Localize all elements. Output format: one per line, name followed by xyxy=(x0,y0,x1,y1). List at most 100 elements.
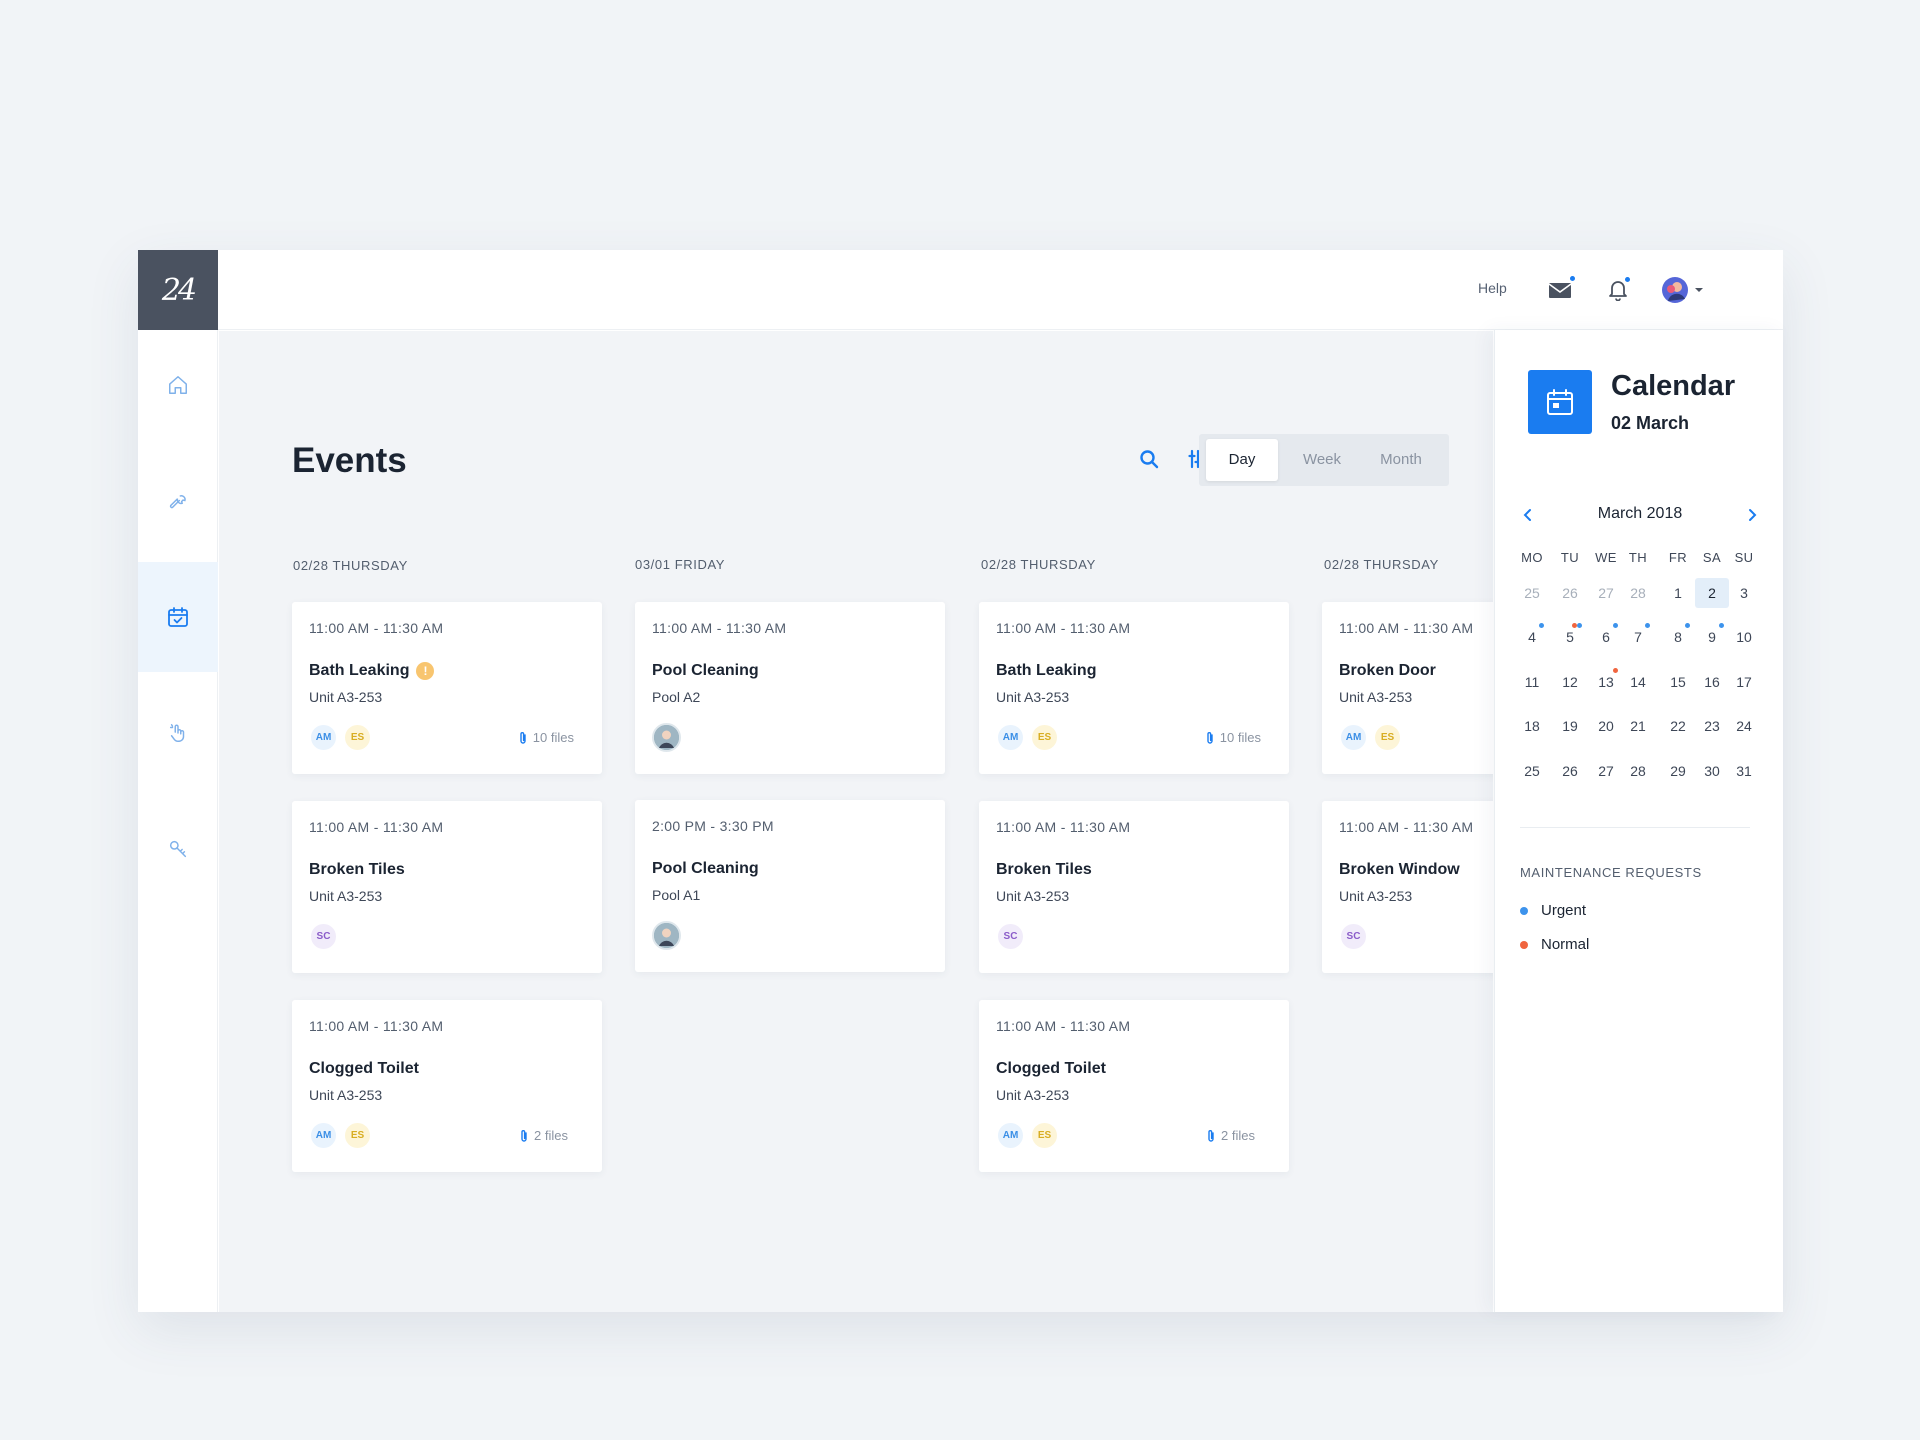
calendar-day[interactable]: 12 xyxy=(1553,667,1587,697)
attachments[interactable]: 2 files xyxy=(1207,1128,1255,1143)
calendar-day[interactable]: 30 xyxy=(1695,756,1729,786)
assignee-avatar[interactable]: SC xyxy=(309,922,338,951)
calendar-day[interactable]: 16 xyxy=(1695,667,1729,697)
attachments[interactable]: 10 files xyxy=(1206,730,1261,745)
sidebar-item-keys[interactable] xyxy=(138,794,218,904)
event-dot xyxy=(1719,623,1724,628)
calendar-day[interactable]: 5 xyxy=(1553,622,1587,652)
mail-icon xyxy=(1548,283,1572,298)
calendar-day[interactable]: 21 xyxy=(1621,711,1655,741)
assignee-avatar[interactable]: ES xyxy=(1030,723,1059,752)
event-card[interactable]: 2:00 PM - 3:30 PM Pool Cleaning Pool A1 xyxy=(635,800,945,972)
calendar-day[interactable]: 20 xyxy=(1589,711,1623,741)
calendar-day[interactable]: 23 xyxy=(1695,711,1729,741)
notifications-button[interactable] xyxy=(1604,275,1632,304)
calendar-day[interactable]: 2 xyxy=(1695,578,1729,608)
event-title: Pool Cleaning xyxy=(652,860,759,877)
assignee-avatar[interactable]: ES xyxy=(1373,723,1402,752)
calendar-day[interactable]: 14 xyxy=(1621,667,1655,697)
paperclip-icon xyxy=(521,1129,527,1142)
attachments[interactable]: 2 files xyxy=(520,1128,568,1143)
calendar-day[interactable]: 8 xyxy=(1661,622,1695,652)
event-title-row: Bath Leaking! xyxy=(309,662,435,680)
calendar-day[interactable]: 27 xyxy=(1589,578,1623,608)
assignee-avatar[interactable]: ES xyxy=(343,1121,372,1150)
top-bar: Help xyxy=(218,250,1783,330)
assignee-avatar[interactable]: AM xyxy=(996,723,1025,752)
calendar-day[interactable]: 28 xyxy=(1621,578,1655,608)
assignee-avatar[interactable]: AM xyxy=(996,1121,1025,1150)
calendar-day[interactable]: 3 xyxy=(1727,578,1761,608)
messages-button[interactable] xyxy=(1546,274,1577,304)
search-button[interactable] xyxy=(1136,446,1162,472)
event-location: Pool A1 xyxy=(652,887,701,903)
assignee-avatar[interactable]: ES xyxy=(343,723,372,752)
sidebar-item-cleaning[interactable] xyxy=(138,678,218,788)
event-card[interactable]: 11:00 AM - 11:30 AM Bath Leaking Unit A3… xyxy=(979,602,1289,774)
assignees xyxy=(652,921,686,950)
event-location: Pool A2 xyxy=(652,689,701,705)
wrench-icon xyxy=(169,495,186,509)
calendar-day[interactable]: 15 xyxy=(1661,667,1695,697)
event-time: 2:00 PM - 3:30 PM xyxy=(652,818,774,834)
help-link[interactable]: Help xyxy=(1478,280,1507,296)
assignee-photo-avatar[interactable] xyxy=(652,921,681,950)
event-card[interactable]: 11:00 AM - 11:30 AM Clogged Toilet Unit … xyxy=(292,1000,602,1172)
calendar-day[interactable]: 29 xyxy=(1661,756,1695,786)
calendar-day[interactable]: 24 xyxy=(1727,711,1761,741)
assignee-avatar[interactable]: ES xyxy=(1030,1121,1059,1150)
calendar-day[interactable]: 18 xyxy=(1515,711,1549,741)
calendar-day[interactable]: 25 xyxy=(1515,756,1549,786)
events-main: Events Day Week Month 02/28 THURSDAY 11:… xyxy=(219,331,1493,1312)
event-card[interactable]: 11:00 AM - 11:30 AM Broken Tiles Unit A3… xyxy=(979,801,1289,973)
assignees: SC xyxy=(309,922,343,951)
calendar-day[interactable]: 27 xyxy=(1589,756,1623,786)
event-card[interactable]: 11:00 AM - 11:30 AM Clogged Toilet Unit … xyxy=(979,1000,1289,1172)
tab-day[interactable]: Day xyxy=(1206,439,1278,481)
event-title: Broken Tiles xyxy=(309,861,405,878)
user-menu[interactable] xyxy=(1662,276,1704,304)
assignee-avatar[interactable]: AM xyxy=(309,723,338,752)
assignee-avatar[interactable]: SC xyxy=(1339,922,1368,951)
calendar-day[interactable]: 11 xyxy=(1515,667,1549,697)
calendar-day[interactable]: 6 xyxy=(1589,622,1623,652)
event-card[interactable]: 11:00 AM - 11:30 AM Bath Leaking! Unit A… xyxy=(292,602,602,774)
calendar-day[interactable]: 17 xyxy=(1727,667,1761,697)
calendar-day[interactable]: 13 xyxy=(1589,667,1623,697)
event-time: 11:00 AM - 11:30 AM xyxy=(1339,819,1474,835)
person-photo xyxy=(654,923,679,948)
app-logo[interactable]: 24 xyxy=(138,250,218,330)
tab-week[interactable]: Week xyxy=(1286,439,1358,481)
calendar-day[interactable]: 31 xyxy=(1727,756,1761,786)
event-card[interactable]: 11:00 AM - 11:30 AM Broken Tiles Unit A3… xyxy=(292,801,602,973)
sidebar-item-home[interactable] xyxy=(138,330,218,440)
chevron-right-icon[interactable] xyxy=(1744,507,1760,523)
home-icon xyxy=(169,376,187,394)
tab-month[interactable]: Month xyxy=(1361,439,1441,481)
attachments[interactable]: 10 files xyxy=(519,730,574,745)
event-dot xyxy=(1645,623,1650,628)
assignee-photo-avatar[interactable] xyxy=(652,723,681,752)
sidebar-item-calendar[interactable] xyxy=(138,562,218,672)
sidebar-item-maintenance[interactable] xyxy=(138,446,218,556)
calendar-day[interactable]: 26 xyxy=(1553,578,1587,608)
month-navigator: March 2018 xyxy=(1520,505,1760,525)
assignee-avatar[interactable]: SC xyxy=(996,922,1025,951)
calendar-day[interactable]: 22 xyxy=(1661,711,1695,741)
attachments-count: 2 files xyxy=(1221,1128,1255,1143)
calendar-day[interactable]: 19 xyxy=(1553,711,1587,741)
event-card[interactable]: 11:00 AM - 11:30 AM Broken Window Unit A… xyxy=(1322,801,1493,973)
calendar-day[interactable]: 25 xyxy=(1515,578,1549,608)
calendar-day[interactable]: 26 xyxy=(1553,756,1587,786)
calendar-day[interactable]: 1 xyxy=(1661,578,1695,608)
assignees: AM ES xyxy=(309,723,377,752)
event-card[interactable]: 11:00 AM - 11:30 AM Pool Cleaning Pool A… xyxy=(635,602,945,774)
calendar-day[interactable]: 10 xyxy=(1727,622,1761,652)
calendar-day[interactable]: 28 xyxy=(1621,756,1655,786)
calendar-day[interactable]: 7 xyxy=(1621,622,1655,652)
calendar-day[interactable]: 4 xyxy=(1515,622,1549,652)
assignee-avatar[interactable]: AM xyxy=(1339,723,1368,752)
event-card[interactable]: 11:00 AM - 11:30 AM Broken Door Unit A3-… xyxy=(1322,602,1493,774)
calendar-day[interactable]: 9 xyxy=(1695,622,1729,652)
assignee-avatar[interactable]: AM xyxy=(309,1121,338,1150)
